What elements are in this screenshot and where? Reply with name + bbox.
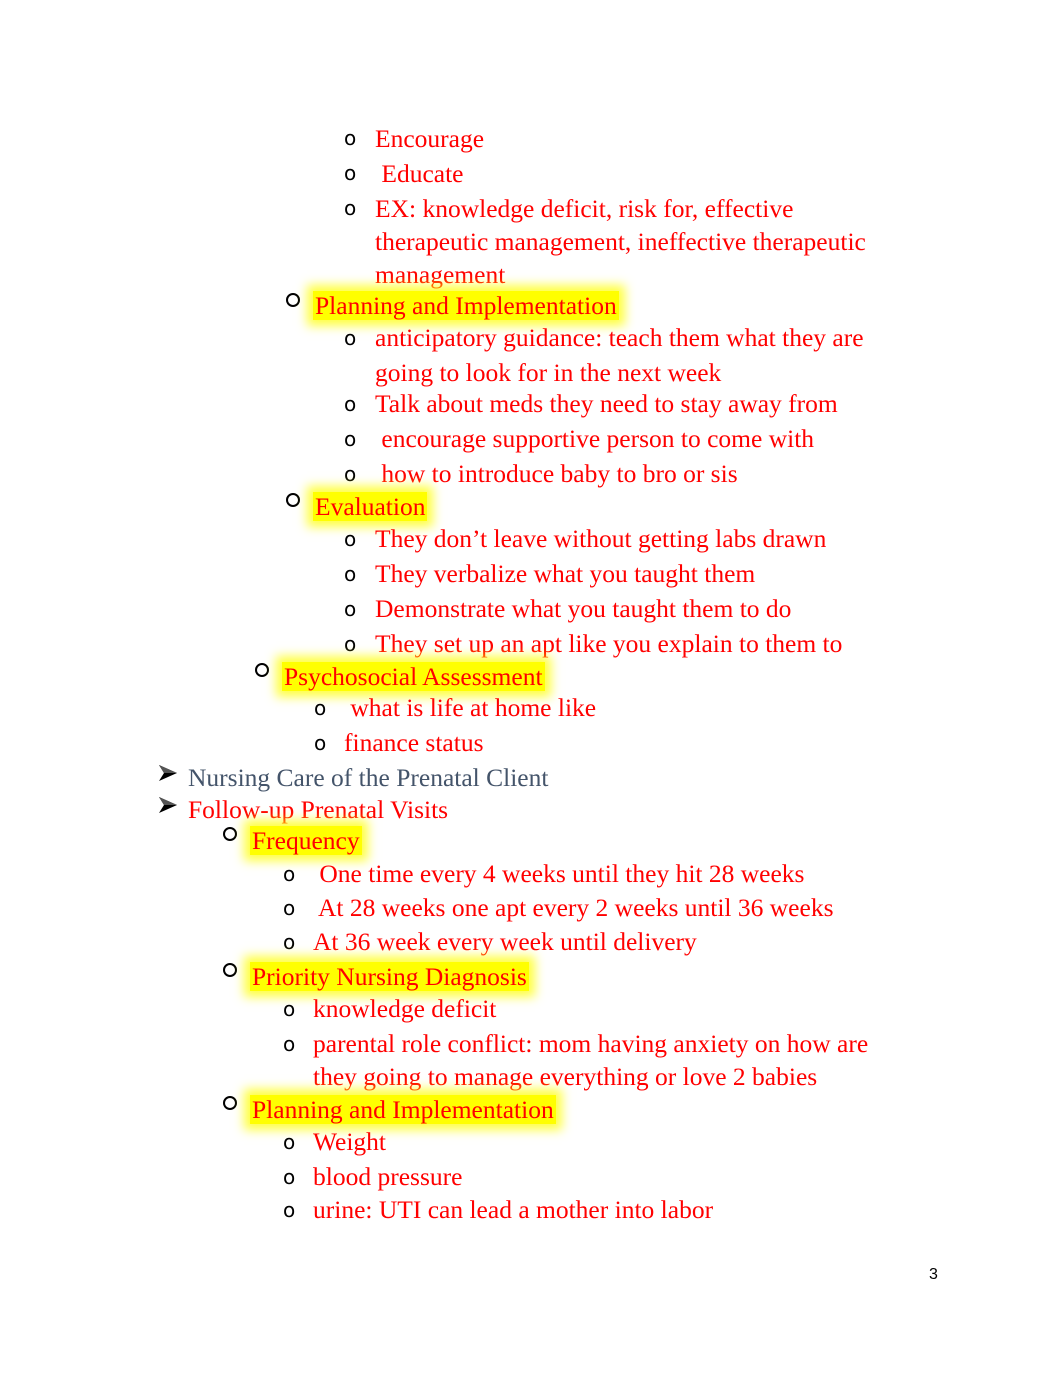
hollow-bullet-icon: o xyxy=(344,326,357,350)
list-item: They verbalize what you taught them xyxy=(375,559,756,588)
hollow-bullet-icon: o xyxy=(314,731,327,755)
list-item: Demonstrate what you taught them to do xyxy=(375,594,792,623)
list-item-continuation: therapeutic management, ineffective ther… xyxy=(375,227,866,256)
ring-bullet-icon xyxy=(255,663,269,677)
list-item: Educate xyxy=(375,159,464,188)
section-heading: Evaluation xyxy=(313,492,428,521)
hollow-bullet-icon: o xyxy=(283,862,296,886)
hollow-bullet-icon: o xyxy=(344,161,357,185)
list-item: Talk about meds they need to stay away f… xyxy=(375,389,838,418)
list-item: They set up an apt like you explain to t… xyxy=(375,629,843,658)
list-item-continuation: going to look for in the next week xyxy=(375,358,722,387)
ring-bullet-icon xyxy=(286,293,300,307)
list-item: One time every 4 weeks until they hit 28… xyxy=(313,859,805,888)
list-item: blood pressure xyxy=(313,1162,463,1191)
arrow-bullet-icon xyxy=(159,765,177,781)
hollow-bullet-icon: o xyxy=(344,562,357,586)
hollow-bullet-icon: o xyxy=(283,1198,296,1222)
list-item-continuation: they going to manage everything or love … xyxy=(313,1062,818,1091)
list-item: how to introduce baby to bro or sis xyxy=(375,459,738,488)
arrow-bullet-icon xyxy=(159,797,177,813)
section-title: Nursing Care of the Prenatal Client xyxy=(188,763,549,792)
ring-bullet-icon xyxy=(223,827,237,841)
section-heading: Planning and Implementation xyxy=(250,1095,556,1124)
hollow-bullet-icon: o xyxy=(283,997,296,1021)
hollow-bullet-icon: o xyxy=(283,1165,296,1189)
list-item: parental role conflict: mom having anxie… xyxy=(313,1029,869,1058)
hollow-bullet-icon: o xyxy=(314,696,327,720)
ring-bullet-icon xyxy=(223,963,237,977)
hollow-bullet-icon: o xyxy=(283,896,296,920)
hollow-bullet-icon: o xyxy=(344,597,357,621)
hollow-bullet-icon: o xyxy=(344,632,357,656)
list-item: At 36 week every week until delivery xyxy=(313,927,697,956)
list-item: EX: knowledge deficit, risk for, effecti… xyxy=(375,194,794,223)
list-item: knowledge deficit xyxy=(313,994,497,1023)
section-heading: Frequency xyxy=(250,826,362,855)
list-item: Encourage xyxy=(375,124,485,153)
hollow-bullet-icon: o xyxy=(344,427,357,451)
list-item: At 28 weeks one apt every 2 weeks until … xyxy=(313,893,834,922)
hollow-bullet-icon: o xyxy=(344,462,357,486)
section-heading: Psychosocial Assessment xyxy=(282,662,545,691)
list-item: encourage supportive person to come with xyxy=(375,424,815,453)
hollow-bullet-icon: o xyxy=(344,126,357,150)
hollow-bullet-icon: o xyxy=(283,1032,296,1056)
page-number: 3 xyxy=(929,1266,938,1283)
hollow-bullet-icon: o xyxy=(283,1130,296,1154)
list-item-continuation: management xyxy=(375,260,506,289)
hollow-bullet-icon: o xyxy=(283,930,296,954)
list-item: They don’t leave without getting labs dr… xyxy=(375,524,827,553)
ring-bullet-icon xyxy=(223,1096,237,1110)
list-item: what is life at home like xyxy=(344,693,597,722)
document-page: o Encourage o Educate o EX: knowledge de… xyxy=(0,0,1062,1377)
section-heading: Planning and Implementation xyxy=(313,291,619,320)
section-heading: Priority Nursing Diagnosis xyxy=(250,962,529,991)
ring-bullet-icon xyxy=(286,493,300,507)
hollow-bullet-icon: o xyxy=(344,196,357,220)
list-item: anticipatory guidance: teach them what t… xyxy=(375,323,864,352)
list-item: Weight xyxy=(313,1127,387,1156)
hollow-bullet-icon: o xyxy=(344,392,357,416)
section-title: Follow-up Prenatal Visits xyxy=(188,795,449,824)
hollow-bullet-icon: o xyxy=(344,527,357,551)
list-item: urine: UTI can lead a mother into labor xyxy=(313,1195,714,1224)
list-item: finance status xyxy=(344,728,484,757)
